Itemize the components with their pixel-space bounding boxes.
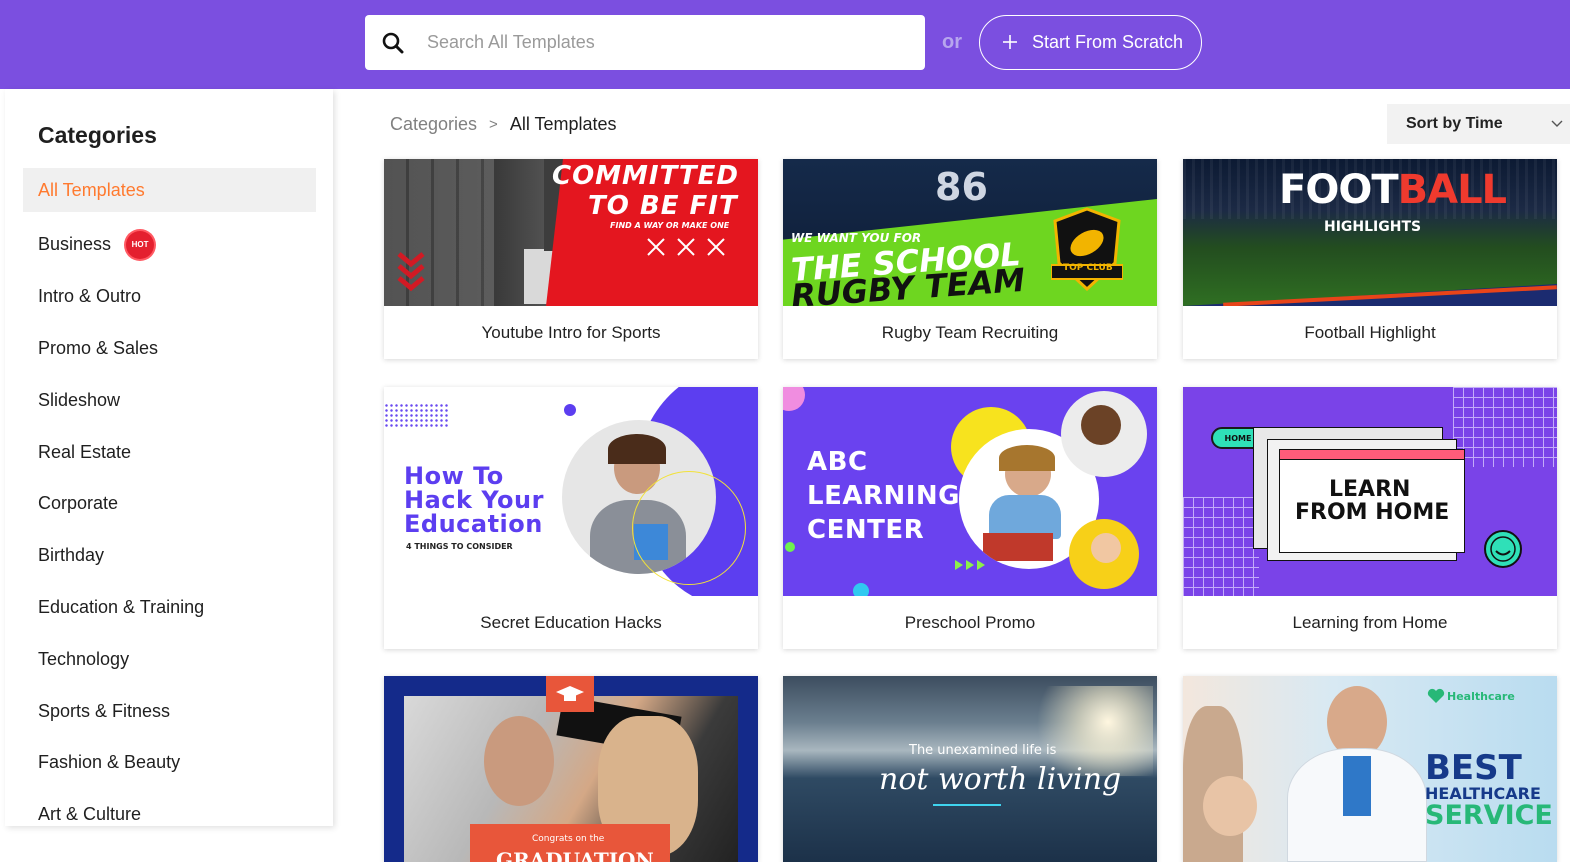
thumbnail-text: FIND A WAY OR MAKE ONE [610,221,730,230]
template-title: Learning from Home [1292,612,1448,632]
template-thumbnail: The unexamined life is not worth living [783,676,1157,862]
start-from-scratch-button[interactable]: Start From Scratch [979,15,1202,70]
sidebar-item-label: Birthday [38,545,105,566]
sidebar-item-promo-sales[interactable]: Promo & Sales [23,323,316,375]
sidebar-item-label: Corporate [38,493,119,514]
thumbnail-text: LEARN [1329,477,1411,502]
sidebar-item-slideshow[interactable]: Slideshow [23,374,316,426]
thumbnail-text: HOME [1224,433,1252,443]
x-marks-icon [646,237,728,262]
search-icon[interactable] [365,15,415,70]
thumbnail-text: FROM HOME [1295,500,1450,525]
template-thumbnail: COMMITTED TO BE FIT FIND A WAY OR MAKE O… [384,159,758,306]
category-list: All Templates Business HOT Intro & Outro … [23,168,316,841]
thumbnail-text: Congrats on the [532,834,605,844]
template-thumbnail: Congrats on the GRADUATION [384,676,758,862]
thumbnail-text: TO BE FIT [588,191,738,221]
sidebar-item-all-templates[interactable]: All Templates [23,168,316,212]
search-box[interactable] [365,15,925,70]
thumbnail-text: FOOTBALL [1279,167,1507,213]
thumbnail-text: The unexamined life is [909,743,1057,758]
chevron-down-icon [1550,117,1564,136]
thumbnail-text: not worth living [879,762,1122,797]
thumbnail-text: SERVICE [1425,800,1553,831]
template-card[interactable]: Healthcare BEST HEALTHCARE SERVICE [1183,676,1557,862]
sort-label: Sort by Time [1406,115,1503,132]
shield-icon [1050,207,1124,296]
smiley-icon [1483,529,1523,574]
graduation-cap-icon [546,676,594,712]
template-thumbnail: Healthcare BEST HEALTHCARE SERVICE [1183,676,1557,862]
sidebar-item-fashion-beauty[interactable]: Fashion & Beauty [23,737,316,789]
sidebar-item-label: Business [38,234,112,255]
sidebar-item-education-training[interactable]: Education & Training [23,582,316,634]
template-thumbnail: FOOTBALL HIGHLIGHTS [1183,159,1557,306]
or-label: or [942,31,962,53]
sidebar-item-label: Sports & Fitness [38,700,171,721]
template-card[interactable]: 86 WE WANT YOU FOR THE SCHOOL RUGBY TEAM… [783,159,1157,359]
template-thumbnail: HOME LEARN FROM HOME [1183,387,1557,596]
thumbnail-text: LEARNING [807,481,961,511]
breadcrumb-current: All Templates [509,114,617,134]
sidebar-item-label: Slideshow [38,389,121,410]
sort-dropdown[interactable]: Sort by Time [1387,104,1570,144]
top-bar: or Start From Scratch [0,0,1570,89]
thumbnail-text: TOP CLUB [1063,263,1113,273]
template-card[interactable]: Congrats on the GRADUATION [384,676,758,862]
sidebar-item-label: Technology [38,648,130,669]
start-from-scratch-label: Start From Scratch [1032,32,1184,52]
plus-icon [1002,31,1018,55]
sidebar-item-label: Fashion & Beauty [38,752,181,773]
sidebar-item-corporate[interactable]: Corporate [23,478,316,530]
sidebar-item-label: Art & Culture [38,804,142,825]
thumbnail-text: COMMITTED [552,161,740,191]
thumbnail-text: 86 [935,165,988,209]
heart-icon [1427,688,1445,709]
template-card[interactable]: HOME LEARN FROM HOME Learning from Home [1183,387,1557,649]
search-input[interactable] [427,32,907,53]
sidebar-item-label: Promo & Sales [38,337,159,358]
sidebar-item-art-culture[interactable]: Art & Culture [23,789,316,841]
template-thumbnail: How To Hack Your Education 4 THINGS TO C… [384,387,758,596]
template-thumbnail: 86 WE WANT YOU FOR THE SCHOOL RUGBY TEAM… [783,159,1157,306]
thumbnail-text: ABC [807,447,868,477]
sidebar-item-label: Intro & Outro [38,286,142,307]
thumbnail-text: Healthcare [1447,690,1515,703]
template-card[interactable]: ABC LEARNING CENTER Preschool Promo [783,387,1157,649]
breadcrumb-categories-link[interactable]: Categories [390,114,477,135]
sidebar-item-sports-fitness[interactable]: Sports & Fitness [23,685,316,737]
template-title: Secret Education Hacks [480,612,662,632]
breadcrumb-separator: > [489,116,498,133]
sidebar-item-technology[interactable]: Technology [23,633,316,685]
sidebar-item-real-estate[interactable]: Real Estate [23,426,316,478]
thumbnail-text: 4 THINGS TO CONSIDER [406,542,513,551]
hot-badge: HOT [126,230,155,259]
template-card[interactable]: FOOTBALL HIGHLIGHTS Football Highlight [1183,159,1557,359]
template-card[interactable]: How To Hack Your Education 4 THINGS TO C… [384,387,758,649]
category-sidebar: Categories All Templates Business HOT Int… [5,89,333,826]
template-thumbnail: ABC LEARNING CENTER [783,387,1157,596]
sidebar-item-birthday[interactable]: Birthday [23,530,316,582]
thumbnail-text: Education [404,510,543,538]
thumbnail-text: GRADUATION [496,848,654,862]
breadcrumb: Categories > All Templates [390,114,617,135]
play-arrows-icon [955,557,987,575]
template-title: Youtube Intro for Sports [481,322,661,342]
sidebar-item-label: Real Estate [38,441,132,462]
sidebar-item-intro-outro[interactable]: Intro & Outro [23,271,316,323]
sidebar-item-label: Education & Training [38,596,205,617]
thumbnail-text: BEST [1425,748,1522,788]
sidebar-title: Categories [38,122,157,148]
template-title: Rugby Team Recruiting [881,322,1059,342]
template-card[interactable]: COMMITTED TO BE FIT FIND A WAY OR MAKE O… [384,159,758,359]
template-title: Preschool Promo [904,612,1036,632]
thumbnail-text: HIGHLIGHTS [1324,219,1422,235]
sidebar-item-label: All Templates [38,179,145,200]
template-title: Football Highlight [1304,322,1436,342]
thumbnail-text: CENTER [807,515,925,545]
sidebar-item-business[interactable]: Business HOT [23,219,316,271]
template-card[interactable]: The unexamined life is not worth living [783,676,1157,862]
